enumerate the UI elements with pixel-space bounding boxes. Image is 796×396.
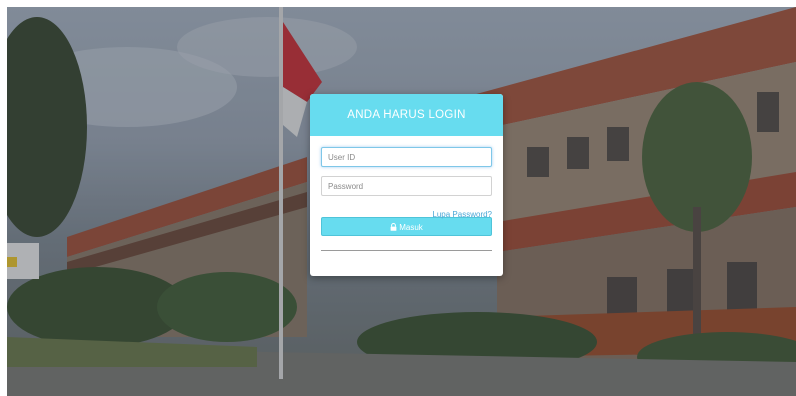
login-button[interactable]: Masuk: [321, 217, 492, 236]
login-form: Lupa Password? Masuk: [310, 136, 503, 251]
password-input[interactable]: [321, 176, 492, 196]
lock-icon: [390, 222, 397, 231]
card-divider: [321, 250, 492, 251]
login-button-label: Masuk: [399, 223, 423, 232]
login-title: ANDA HARUS LOGIN: [310, 94, 503, 136]
login-card: ANDA HARUS LOGIN Lupa Password? Masuk: [310, 94, 503, 276]
forgot-password-row: Lupa Password?: [321, 202, 492, 219]
forgot-password-link[interactable]: Lupa Password?: [432, 210, 492, 219]
user-id-input[interactable]: [321, 147, 492, 167]
login-page: ANDA HARUS LOGIN Lupa Password? Masuk: [0, 0, 796, 396]
